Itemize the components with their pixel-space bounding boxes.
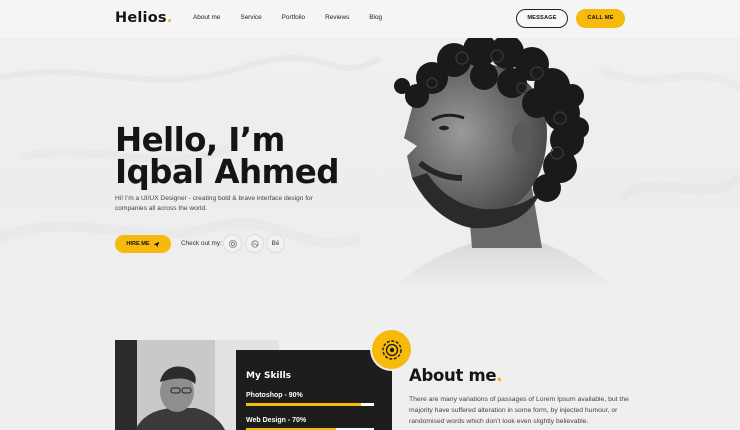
- about-text: There are many variations of passages of…: [409, 396, 629, 425]
- hero-description: Hi! I’m a UI/UX Designer - creating bold…: [115, 195, 313, 212]
- nav-portfolio[interactable]: Portfolio: [282, 14, 305, 21]
- checkout-label: Check out my:: [181, 240, 222, 247]
- send-icon: [153, 241, 159, 247]
- about-title: About me.: [409, 366, 503, 385]
- nav-service[interactable]: Service: [240, 14, 261, 21]
- message-button[interactable]: MESSAGE: [516, 9, 568, 28]
- site-header: Helios. About me Service Portfolio Revie…: [0, 0, 740, 38]
- skills-title: My Skills: [246, 371, 292, 381]
- about-section: My Skills Photoshop - 90% Web Design - 7…: [0, 290, 740, 430]
- hero-portrait: [392, 38, 617, 290]
- gear-badge: [372, 330, 411, 369]
- hero-texture: [0, 55, 740, 248]
- skills-card: My Skills Photoshop - 90% Web Design - 7…: [236, 350, 392, 430]
- behance-icon[interactable]: Bē: [266, 234, 285, 253]
- hero-section: Hello, I’m Iqbal Ahmed Hi! I’m a UI/UX D…: [0, 38, 740, 290]
- call-me-button[interactable]: CALL ME: [576, 9, 625, 28]
- hire-me-button[interactable]: HIRE ME: [115, 235, 171, 253]
- hire-me-label: HIRE ME: [126, 241, 150, 247]
- hero-title: Hello, I’m Iqbal Ahmed: [115, 121, 339, 191]
- instagram-icon[interactable]: [223, 234, 242, 253]
- skill-bar-fill: [246, 403, 362, 406]
- skill-label: Web Design - 70%: [246, 417, 307, 424]
- dribbble-icon[interactable]: [245, 234, 264, 253]
- nav-reviews[interactable]: Reviews: [325, 14, 349, 21]
- logo[interactable]: Helios.: [115, 10, 172, 26]
- skill-label: Photoshop - 90%: [246, 392, 303, 399]
- gear-icon: [381, 339, 402, 360]
- nav-about[interactable]: About me: [193, 14, 220, 21]
- nav-blog[interactable]: Blog: [369, 14, 382, 21]
- behance-glyph: Bē: [271, 240, 280, 247]
- skill-bar: [246, 403, 374, 406]
- main-nav: About me Service Portfolio Reviews Blog: [193, 14, 402, 21]
